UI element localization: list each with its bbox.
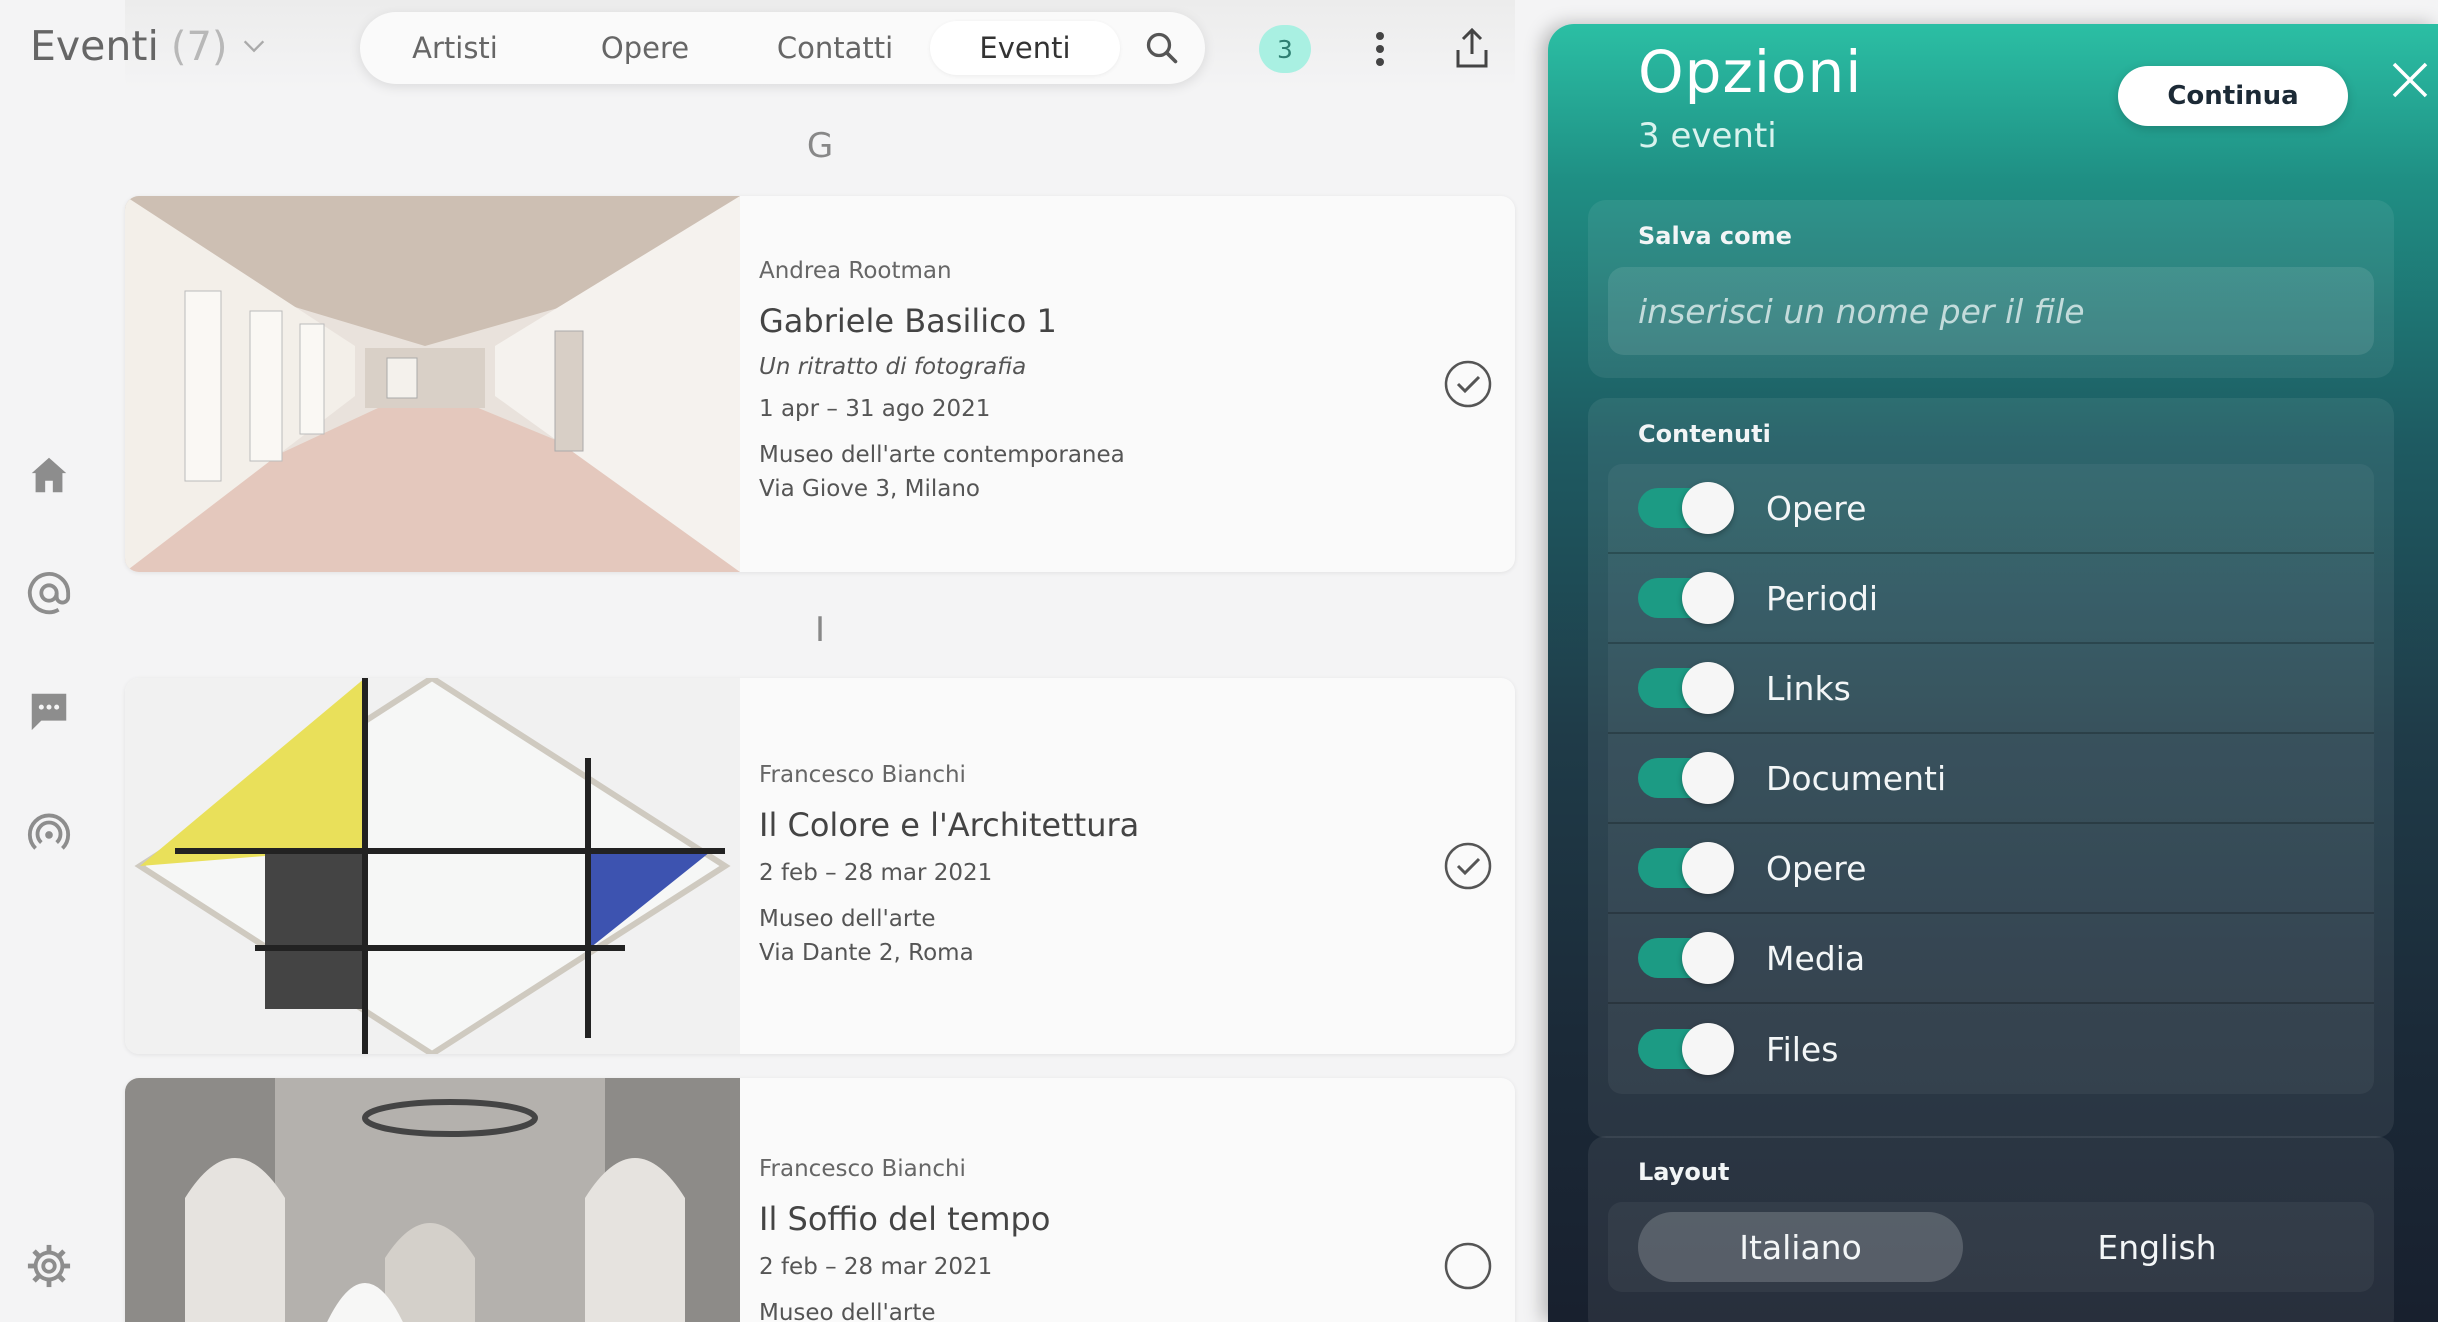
toggle-label: Links (1766, 668, 1851, 708)
chat-icon[interactable] (26, 688, 72, 734)
save-as-section: Salva come (1588, 200, 2394, 378)
event-author: Francesco Bianchi (759, 762, 966, 788)
search-button[interactable] (1134, 20, 1190, 76)
toggle-knob (1682, 662, 1734, 714)
tab-contatti[interactable]: Contatti (740, 21, 930, 75)
content-toggle-row[interactable]: Documenti (1608, 734, 2374, 824)
toggle-switch[interactable] (1638, 1023, 1734, 1075)
save-as-label: Salva come (1638, 222, 1792, 250)
toggle-knob (1682, 572, 1734, 624)
toggle-label: Opere (1766, 848, 1867, 888)
event-dates: 2 feb – 28 mar 2021 (759, 860, 993, 886)
options-subtitle: 3 eventi (1638, 116, 1777, 156)
event-address: Via Dante 2, Roma (759, 940, 974, 966)
event-thumbnail (125, 1078, 740, 1322)
language-option-italiano[interactable]: Italiano (1638, 1212, 1963, 1282)
toggle-label: Documenti (1766, 758, 1947, 798)
close-icon[interactable] (2388, 58, 2432, 102)
toggle-switch[interactable] (1638, 842, 1734, 894)
content-toggle-row[interactable]: Opere (1608, 824, 2374, 914)
layout-label: Layout (1638, 1158, 1730, 1186)
contents-label: Contenuti (1638, 420, 1771, 448)
event-address: Via Giove 3, Milano (759, 476, 981, 502)
chevron-down-icon[interactable] (240, 32, 268, 60)
language-selector: Italiano English (1608, 1202, 2374, 1292)
event-info: Francesco Bianchi Il Colore e l'Architet… (759, 762, 1139, 970)
event-card[interactable]: Andrea Rootman Gabriele Basilico 1 Un ri… (125, 196, 1515, 572)
tab-eventi[interactable]: Eventi (930, 21, 1120, 75)
toggle-knob (1682, 752, 1734, 804)
event-author: Francesco Bianchi (759, 1156, 966, 1182)
event-venue-name: Museo dell'arte contemporanea (759, 442, 1125, 468)
event-title: Il Colore e l'Architettura (759, 806, 1140, 844)
options-panel: Opzioni 3 eventi Continua Salva come Con… (1548, 24, 2438, 1322)
page-title[interactable]: Eventi (7) (30, 22, 268, 70)
settings-icon[interactable] (26, 1243, 72, 1289)
toggle-label: Files (1766, 1029, 1839, 1069)
event-subtitle: Un ritratto di fotografia (759, 354, 1027, 380)
more-button[interactable] (1365, 28, 1395, 70)
options-title: Opzioni (1638, 38, 1863, 106)
tab-artisti[interactable]: Artisti (360, 21, 550, 75)
layout-section: Layout Italiano English (1588, 1136, 2394, 1322)
toggle-switch[interactable] (1638, 932, 1734, 984)
main-nav: Artisti Opere Contatti Eventi (360, 12, 1205, 84)
event-dates: 1 apr – 31 ago 2021 (759, 396, 991, 422)
selected-count-badge[interactable]: 3 (1259, 25, 1311, 73)
toggle-knob (1682, 1023, 1734, 1075)
broadcast-icon[interactable] (26, 810, 72, 856)
toggle-switch[interactable] (1638, 752, 1734, 804)
page-title-count: (7) (170, 24, 228, 70)
group-letter: I (814, 610, 826, 650)
toggle-knob (1682, 842, 1734, 894)
content-toggle-row[interactable]: Periodi (1608, 554, 2374, 644)
content-toggle-row[interactable]: Media (1608, 914, 2374, 1004)
home-icon[interactable] (26, 452, 72, 498)
group-letter: G (806, 126, 834, 166)
file-name-input[interactable] (1608, 267, 2374, 355)
toggle-label: Opere (1766, 488, 1867, 528)
toggle-label: Periodi (1766, 578, 1879, 618)
contents-list: Opere Periodi Links Documenti Opere Medi… (1608, 464, 2374, 1094)
toggle-knob (1682, 482, 1734, 534)
event-venue: Museo dell'arte contemporanea Via Giove … (759, 438, 1125, 506)
toggle-switch[interactable] (1638, 662, 1734, 714)
at-icon[interactable] (26, 570, 72, 616)
toggle-label: Media (1766, 938, 1866, 978)
event-info: Francesco Bianchi Il Soffio del tempo 2 … (759, 1156, 1050, 1322)
event-card[interactable]: Francesco Bianchi Il Soffio del tempo 2 … (125, 1078, 1515, 1322)
tab-opere[interactable]: Opere (550, 21, 740, 75)
event-card[interactable]: Francesco Bianchi Il Colore e l'Architet… (125, 678, 1515, 1054)
event-info: Andrea Rootman Gabriele Basilico 1 Un ri… (759, 258, 1125, 506)
page-title-label: Eventi (30, 22, 159, 70)
search-icon (1146, 32, 1178, 64)
share-icon[interactable] (1452, 26, 1492, 70)
toggle-knob (1682, 932, 1734, 984)
toggle-switch[interactable] (1638, 572, 1734, 624)
contents-section: Contenuti Opere Periodi Links Documenti … (1588, 398, 2394, 1138)
selected-check-icon[interactable] (1443, 359, 1493, 409)
event-venue: Museo dell'arte Via Dante 2, Roma (759, 902, 1139, 970)
continue-button[interactable]: Continua (2118, 66, 2348, 126)
content-toggle-row[interactable]: Files (1608, 1004, 2374, 1094)
more-vertical-icon (1376, 32, 1384, 66)
event-venue-name: Museo dell'arte (759, 906, 936, 932)
content-toggle-row[interactable]: Opere (1608, 464, 2374, 554)
event-thumbnail (125, 678, 740, 1054)
event-author: Andrea Rootman (759, 258, 952, 284)
unselected-circle-icon[interactable] (1443, 1241, 1493, 1291)
toggle-switch[interactable] (1638, 482, 1734, 534)
event-venue: Museo dell'arte (759, 1296, 1050, 1322)
event-thumbnail (125, 196, 740, 572)
language-option-english[interactable]: English (1967, 1212, 2347, 1282)
event-title: Il Soffio del tempo (759, 1200, 1051, 1238)
content-toggle-row[interactable]: Links (1608, 644, 2374, 734)
event-title: Gabriele Basilico 1 (759, 302, 1057, 340)
event-dates: 2 feb – 28 mar 2021 (759, 1254, 993, 1280)
selected-check-icon[interactable] (1443, 841, 1493, 891)
event-venue-name: Museo dell'arte (759, 1300, 936, 1322)
